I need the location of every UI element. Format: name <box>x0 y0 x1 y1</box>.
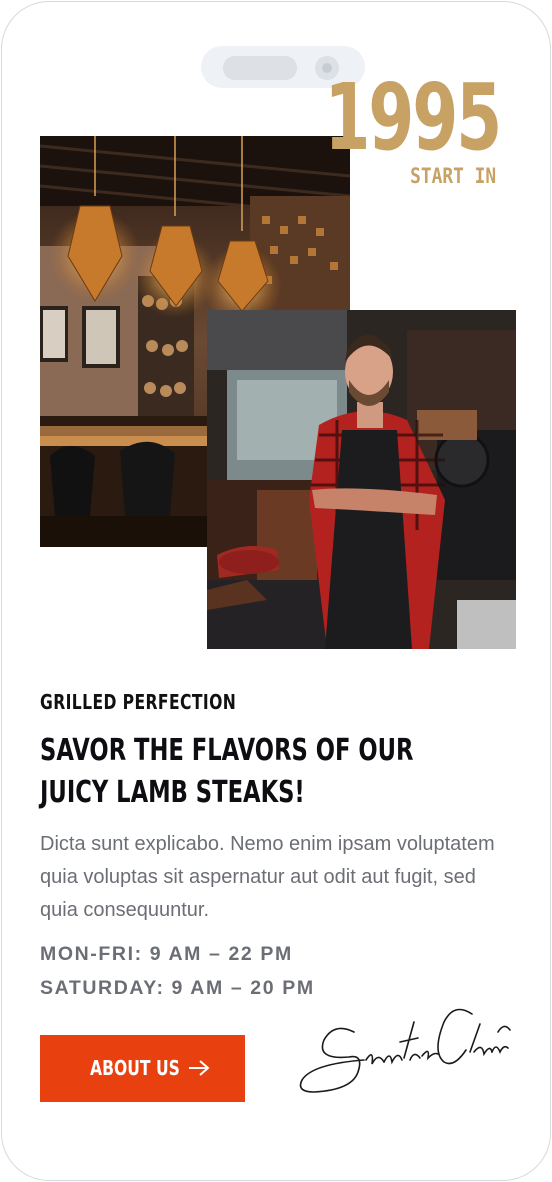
speaker-pill <box>223 56 297 80</box>
hours-weekdays: MON-FRI: 9 AM – 22 PM <box>40 943 293 965</box>
section-description: Dicta sunt explicabo. Nemo enim ipsam vo… <box>40 833 495 921</box>
chef-photo <box>207 310 516 649</box>
founded-year: 1995 <box>324 64 502 171</box>
about-us-label: ABOUT US <box>90 1056 180 1080</box>
section-headline: SAVOR THE FLAVORS OF OUR JUICY LAMB STEA… <box>40 733 414 810</box>
arrow-right-icon <box>188 1059 210 1080</box>
section-eyebrow: GRILLED PERFECTION <box>40 690 237 714</box>
hours-saturday: SATURDAY: 9 AM – 20 PM <box>40 977 315 999</box>
signature: Santa Claus <box>294 1002 514 1102</box>
phone-frame: 1995 START IN GRILLED PERFECTION SAVOR T… <box>1 1 551 1181</box>
about-us-button[interactable]: ABOUT US <box>40 1035 245 1102</box>
founded-caption: START IN <box>410 164 496 188</box>
